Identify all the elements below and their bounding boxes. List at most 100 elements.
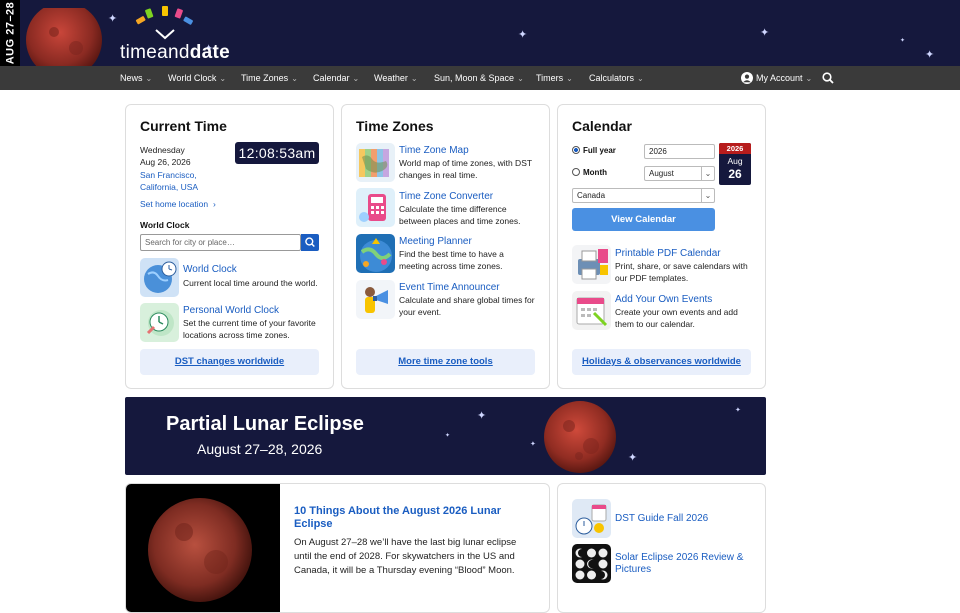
nav-item-weather[interactable]: Weather ⌄ [374, 66, 418, 90]
badge-year: 2026 [719, 143, 751, 154]
star-icon: ✦ [900, 38, 906, 44]
chevron-down-icon: ⌄ [805, 74, 813, 83]
card-title: Current Time [140, 118, 227, 134]
current-date: Aug 26, 2026 [140, 157, 191, 167]
lunar-eclipse-banner[interactable]: ✦ ✦ ✦ ✦ ✦ Partial Lunar Eclipse August 2… [125, 397, 766, 475]
time-zone-converter-thumbnail[interactable] [356, 188, 395, 227]
nav-item-sun-moon-space[interactable]: Sun, Moon & Space ⌄ [434, 66, 524, 90]
dst-guide-thumbnail[interactable] [572, 499, 611, 538]
nav-item-label: Sun, Moon & Space [434, 73, 515, 83]
time-zone-converter-link[interactable]: Time Zone Converter [399, 191, 493, 202]
city-search-input[interactable]: Search for city or place… [140, 234, 301, 251]
time-zone-map-thumbnail[interactable] [356, 143, 395, 182]
personal-world-clock-thumbnail[interactable] [140, 303, 179, 342]
nav-item-news[interactable]: News ⌄ [120, 66, 152, 90]
month-select[interactable]: August ⌄ [644, 166, 715, 181]
full-year-radio[interactable] [572, 146, 580, 154]
star-icon: ✦ [530, 441, 536, 448]
nav-item-label: Weather [374, 73, 408, 83]
event-time-announcer-desc-line1: Calculate and share global times for [399, 295, 535, 305]
weekday: Wednesday [140, 145, 185, 155]
world-clock-desc: Current local time around the world. [183, 278, 318, 288]
my-account-menu[interactable]: My Account ⌄ [741, 66, 812, 90]
printer-icon [578, 249, 608, 280]
article-body-line3: Canada, it will be a Thursday evening “B… [294, 565, 515, 576]
event-time-announcer-link[interactable]: Event Time Announcer [399, 282, 500, 293]
article-image[interactable] [126, 484, 280, 612]
event-time-announcer-thumbnail[interactable] [356, 280, 395, 319]
eclipse-phases-icon [575, 548, 608, 580]
world-clock-thumbnail[interactable] [140, 258, 179, 297]
solar-eclipse-review-link-line1[interactable]: Solar Eclipse 2026 Review & [615, 552, 743, 563]
meeting-planner-link[interactable]: Meeting Planner [399, 236, 472, 247]
add-events-thumbnail[interactable] [572, 291, 611, 330]
article-body-line1: On August 27–28 we’ll have the last big … [294, 537, 517, 548]
nav-item-label: News [120, 73, 143, 83]
today-date-badge: 2026 Aug 26 [719, 143, 751, 185]
time-zones-card: Time Zones Time Zone Map World map of ti… [341, 104, 550, 389]
chevron-down-icon: ⌄ [701, 167, 714, 180]
set-home-location-link[interactable]: Set home location › [140, 198, 216, 211]
search-icon[interactable] [822, 72, 834, 84]
more-time-zone-tools-button[interactable]: More time zone tools [356, 349, 535, 375]
solar-eclipse-review-link-line2[interactable]: Pictures [615, 564, 651, 575]
add-your-own-events-link[interactable]: Add Your Own Events [615, 294, 712, 305]
time-zone-map-link[interactable]: Time Zone Map [399, 145, 469, 156]
article-title-line2[interactable]: Eclipse [294, 518, 333, 530]
personal-world-clock-link[interactable]: Personal World Clock [183, 305, 279, 316]
printable-pdf-thumbnail[interactable] [572, 245, 611, 284]
nav-item-timers[interactable]: Timers ⌄ [536, 66, 573, 90]
clock-change-icon [575, 504, 607, 535]
star-icon: ✦ [108, 13, 118, 25]
solar-eclipse-thumbnail[interactable] [572, 544, 611, 583]
nav-item-label: Calculators [589, 73, 635, 83]
set-home-label: Set home location [140, 199, 209, 209]
holidays-observances-button[interactable]: Holidays & observances worldwide [572, 349, 751, 375]
country-select[interactable]: Canada ⌄ [572, 188, 715, 203]
world-clock-link[interactable]: World Clock [183, 264, 237, 275]
blood-moon-icon [26, 8, 102, 66]
month-radio[interactable] [572, 168, 580, 176]
printable-pdf-calendar-link[interactable]: Printable PDF Calendar [615, 248, 721, 259]
article-title-line1[interactable]: 10 Things About the August 2026 Lunar [294, 505, 501, 517]
main-nav: News ⌄ World Clock ⌄ Time Zones ⌄ Calendar ⌄… [0, 66, 960, 90]
eclipse-date-tab[interactable]: AUG 27–28 [0, 0, 20, 66]
dst-guide-link[interactable]: DST Guide Fall 2026 [615, 513, 708, 524]
button-label: Holidays & observances worldwide [582, 356, 741, 367]
meeting-planner-desc-line2: meeting across time zones. [399, 261, 503, 271]
location-link-line2[interactable]: California, USA [140, 181, 198, 194]
article-card: 10 Things About the August 2026 Lunar Ec… [125, 483, 550, 613]
nav-item-time-zones[interactable]: Time Zones ⌄ [241, 66, 298, 90]
world-clock-heading: World Clock [140, 220, 190, 230]
timeanddate-logo[interactable]: timeanddate [118, 4, 230, 66]
badge-month: Aug [727, 156, 743, 166]
star-icon: ✦ [925, 49, 935, 61]
city-search-button[interactable] [301, 234, 319, 251]
dst-changes-button[interactable]: DST changes worldwide [140, 349, 319, 375]
chevron-down-icon: ⌄ [566, 74, 573, 83]
calculator-icon [359, 194, 386, 222]
meeting-planner-thumbnail[interactable] [356, 234, 395, 273]
chevron-down-icon: ⌄ [410, 74, 418, 83]
printable-pdf-desc-line1: Print, share, or save calendars with [615, 261, 748, 271]
search-icon [305, 237, 315, 248]
chevron-down-icon: ⌄ [219, 74, 227, 83]
chevron-down-icon: ⌄ [637, 74, 644, 83]
globe-meeting-icon [360, 238, 392, 272]
nav-item-calculators[interactable]: Calculators ⌄ [589, 66, 644, 90]
world-map-icon [359, 149, 389, 177]
personal-world-clock-desc-line2: locations across time zones. [183, 330, 290, 340]
view-calendar-button[interactable]: View Calendar [572, 208, 715, 231]
megaphone-icon [365, 287, 388, 313]
printable-pdf-desc-line2: our PDF templates. [615, 273, 689, 283]
eclipse-dates: August 27–28, 2026 [197, 441, 323, 457]
star-icon: ✦ [445, 433, 451, 439]
location-link-line1[interactable]: San Francisco, [140, 169, 197, 182]
map-pin-icon [146, 310, 174, 336]
year-input[interactable]: 2026 [644, 144, 715, 159]
card-title: Calendar [572, 118, 632, 134]
star-icon: ✦ [477, 410, 487, 422]
calendar-icon [576, 297, 608, 327]
nav-item-world-clock[interactable]: World Clock ⌄ [168, 66, 226, 90]
nav-item-calendar[interactable]: Calendar ⌄ [313, 66, 359, 90]
